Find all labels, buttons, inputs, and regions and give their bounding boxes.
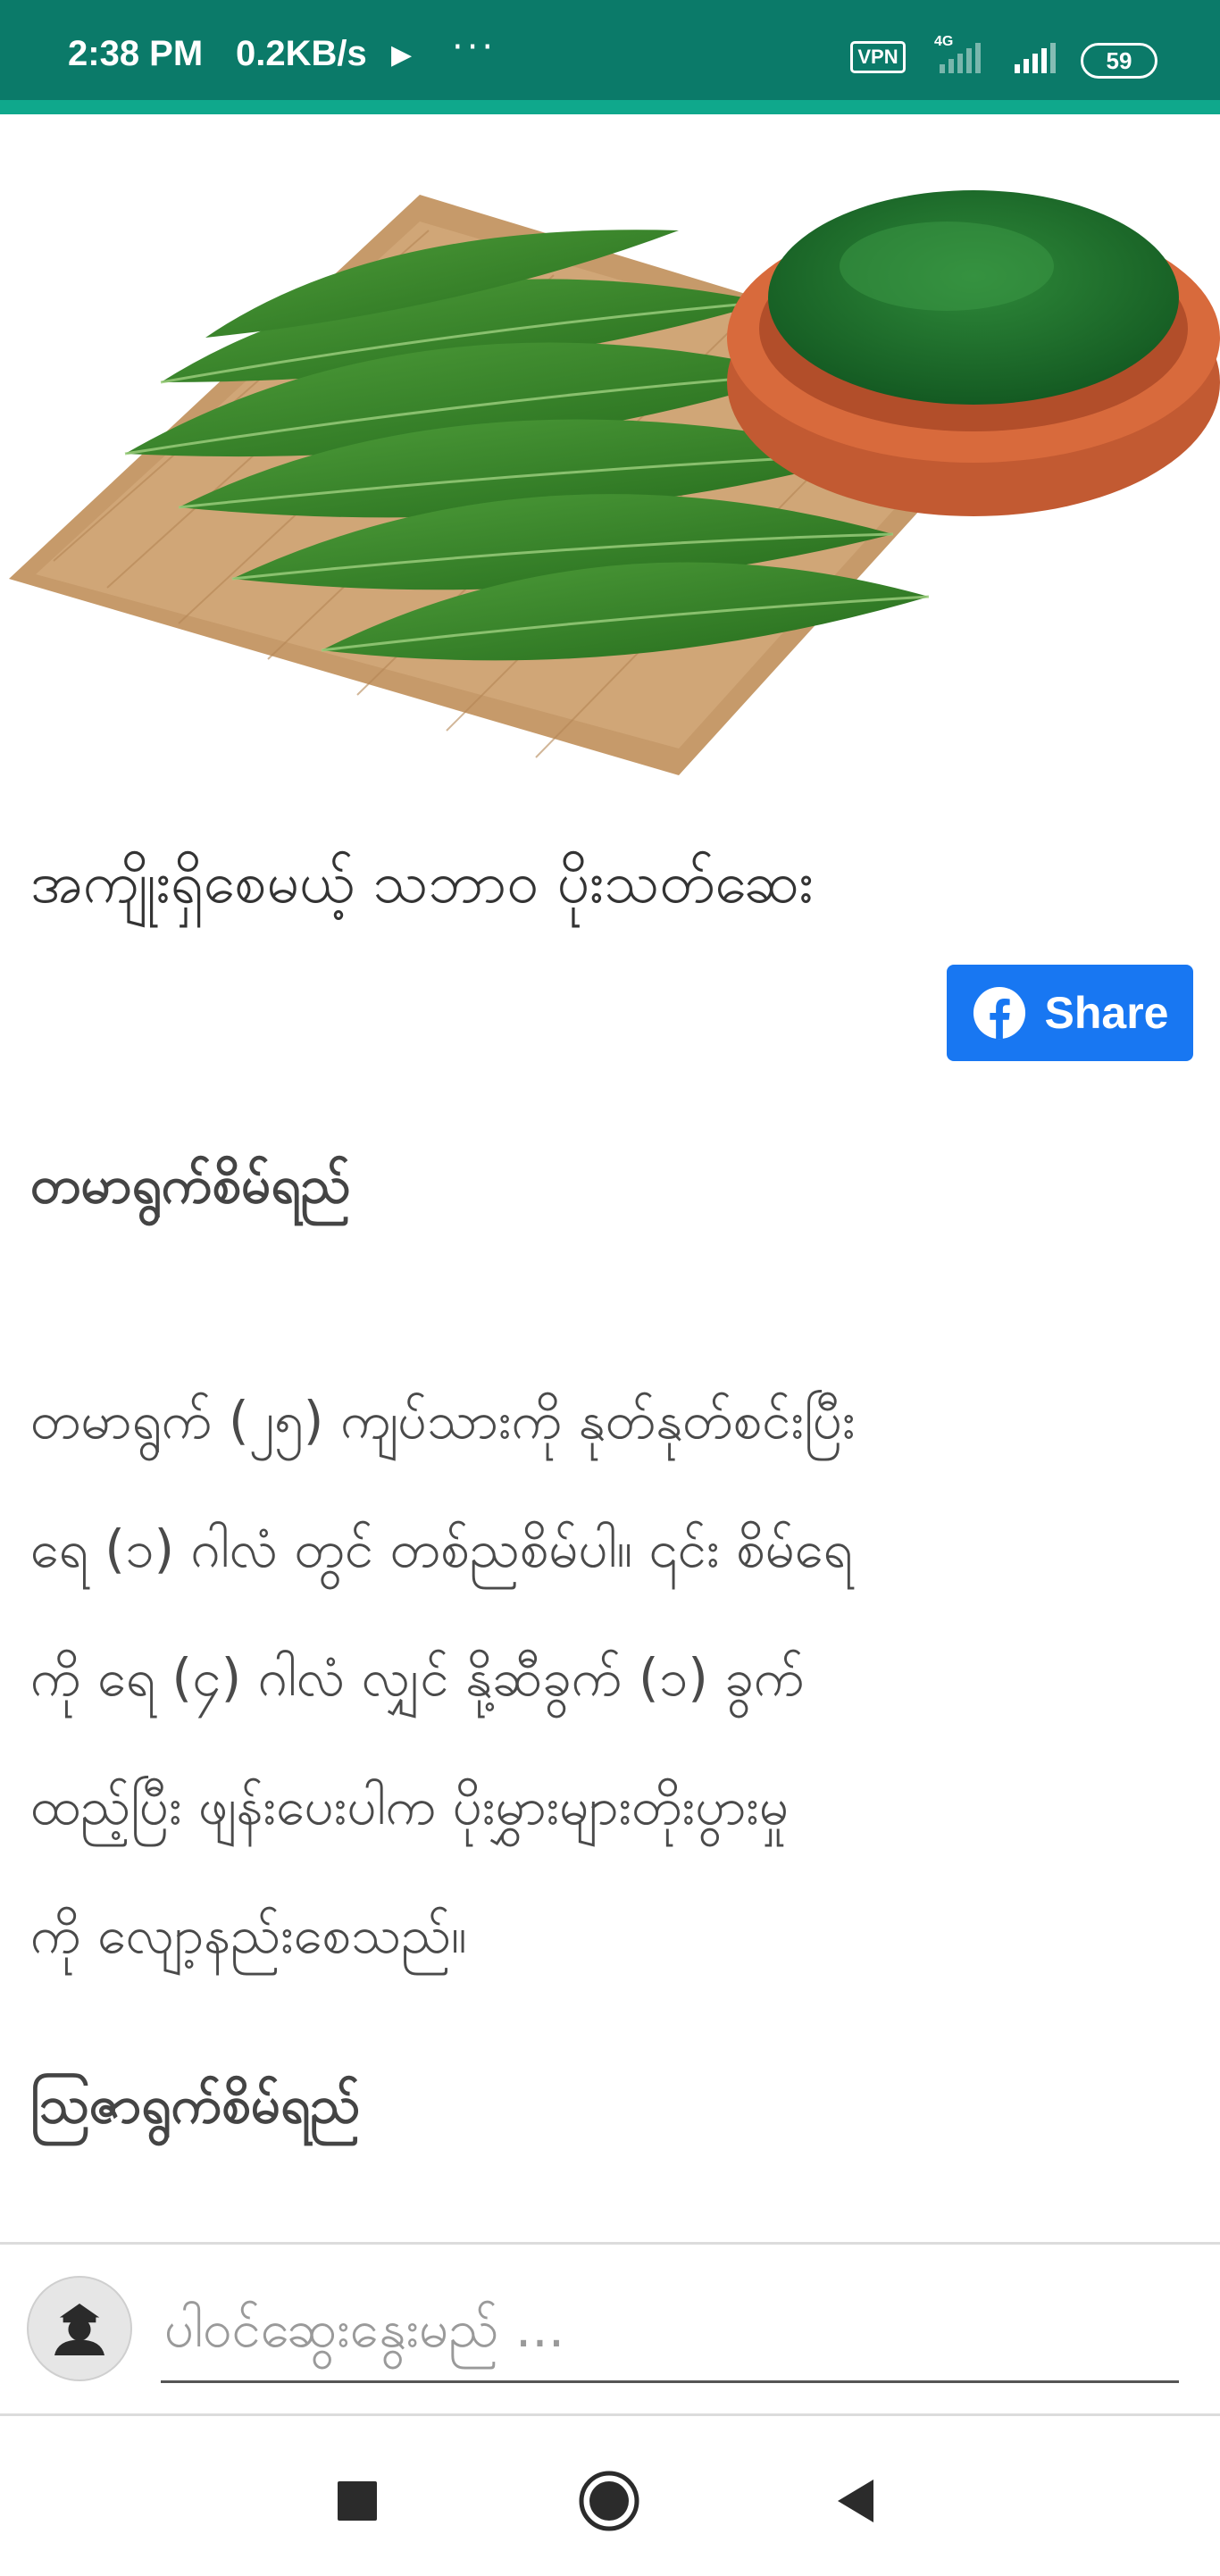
signal-icon (1015, 41, 1056, 73)
paragraph-line: ကို ရေ (၄) ဂါလံ လျှင် နို့ဆီခွက် (၁) ခွက… (30, 1647, 805, 1708)
recent-apps-button[interactable] (322, 2465, 393, 2537)
user-avatar-icon[interactable] (27, 2276, 132, 2381)
signal-icon (940, 41, 981, 73)
back-triangle-icon (838, 2480, 873, 2522)
status-network-speed: 0.2KB/s (236, 34, 367, 73)
user-silhouette-icon (54, 2303, 105, 2355)
status-bar-shadow (0, 100, 1220, 114)
vpn-badge: VPN (850, 41, 906, 73)
comment-input[interactable] (161, 2276, 1179, 2383)
more-notifications-icon: ··· (452, 27, 497, 68)
article-title: အကျိုးရှိစေမယ့် သဘာဝ ပိုးသတ်ဆေး (30, 850, 814, 916)
circle-icon (579, 2471, 639, 2531)
share-button-label: Share (1044, 988, 1169, 1038)
facebook-share-button[interactable]: Share (947, 965, 1193, 1061)
status-bar: 2:38 PM 0.2KB/s ▶ ··· VPN 4G 59 (0, 0, 1220, 100)
play-icon: ▶ (391, 39, 413, 71)
system-navigation-bar (0, 2416, 1220, 2576)
square-icon (338, 2481, 377, 2521)
article-paragraph: တမာရွက် (၂၅) ကျပ်သားကို နုတ်နုတ်စင်းပြီး… (30, 1356, 1191, 1999)
paragraph-line: ထည့်ပြီး ဖျန်းပေးပါက ပိုးမွှားများတိုးပွ… (30, 1776, 790, 1836)
neem-leaves-image (9, 190, 1220, 775)
battery-icon: 59 (1081, 43, 1157, 79)
paragraph-line: တမာရွက် (၂၅) ကျပ်သားကို နုတ်နုတ်စင်းပြီး (30, 1390, 856, 1451)
section-heading: တမာရွက်စိမ်ရည် (30, 1154, 351, 1215)
paragraph-line: ရေ (၁) ဂါလံ တွင် တစ်ညစိမ်ပါ။ ၎င်း စိမ်ရေ (30, 1518, 853, 1579)
back-button[interactable] (822, 2465, 893, 2537)
section-heading: သြဇာရွက်စိမ်ရည် (30, 2074, 361, 2135)
facebook-icon (973, 986, 1025, 1040)
paragraph-line: ကို လျော့နည်းစေသည်။ (30, 1904, 467, 1965)
divider (0, 2242, 1220, 2245)
status-time: 2:38 PM (68, 34, 204, 73)
home-button[interactable] (573, 2465, 645, 2537)
